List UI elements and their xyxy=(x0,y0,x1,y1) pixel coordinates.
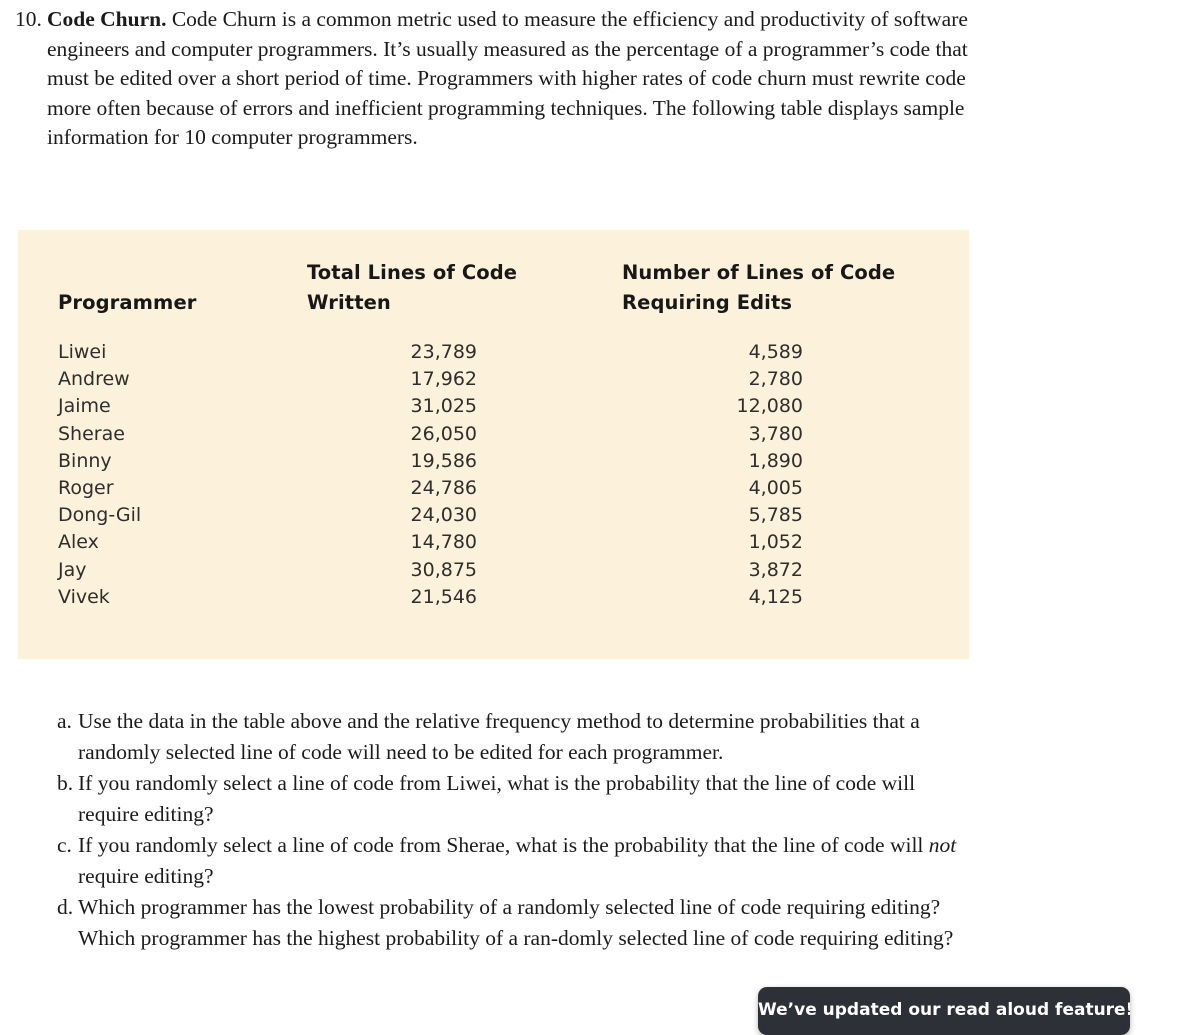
cell-programmer: Alex xyxy=(58,531,99,554)
question-letter: c. xyxy=(57,833,72,857)
cell-lines-requiring-edits: 4,125 xyxy=(748,585,803,608)
cell-lines-requiring-edits: 3,780 xyxy=(748,422,803,445)
question-item-a: a. Use the data in the table above and t… xyxy=(0,706,1000,768)
cell-total-lines: 31,025 xyxy=(410,395,477,418)
cell-programmer: Dong-Gil xyxy=(58,504,142,527)
cell-total-lines: 21,546 xyxy=(410,585,477,608)
question-text: If you randomly select a line of code fr… xyxy=(78,771,916,826)
column-header-lines-requiring-edits: Number of Lines of Code Requiring Edits xyxy=(622,258,942,318)
table-row: Binny 19,586 1,890 xyxy=(18,448,969,475)
cell-lines-requiring-edits: 1,052 xyxy=(748,531,803,554)
cell-lines-requiring-edits: 4,589 xyxy=(748,341,803,363)
cell-total-lines: 23,789 xyxy=(410,341,477,363)
cell-total-lines: 24,786 xyxy=(410,476,477,499)
table-body: Liwei 23,789 4,589 Andrew 17,962 2,780 J… xyxy=(18,339,969,611)
problem-statement: 10. Code Churn. Code Churn is a common m… xyxy=(0,0,1000,153)
question-letter: b. xyxy=(57,771,74,795)
question-letter: d. xyxy=(57,895,74,919)
question-text-italic: not xyxy=(928,833,957,857)
question-text: Use the data in the table above and the … xyxy=(78,709,920,764)
question-item-b: b. If you randomly select a line of code… xyxy=(0,768,1000,830)
column-header-edits-line1: Number of Lines of Code xyxy=(622,261,896,284)
problem-title: Code Churn. xyxy=(47,7,167,31)
column-header-total-lines-line1: Total Lines of Code xyxy=(307,261,518,284)
cell-lines-requiring-edits: 1,890 xyxy=(748,449,803,472)
problem-body: Code Churn. Code Churn is a common metri… xyxy=(47,0,1000,153)
cell-total-lines: 30,875 xyxy=(410,558,477,581)
question-text: If you randomly select a line of code fr… xyxy=(78,830,1000,892)
cell-lines-requiring-edits: 12,080 xyxy=(736,395,803,418)
problem-row: 10. Code Churn. Code Churn is a common m… xyxy=(0,0,1000,153)
cell-programmer: Vivek xyxy=(58,585,110,608)
cell-total-lines: 17,962 xyxy=(410,368,477,391)
question-text: Which programmer has the lowest probabil… xyxy=(78,895,954,950)
table-row: Jaime 31,025 12,080 xyxy=(18,393,969,420)
table-header-row: Programmer Total Lines of Code Written N… xyxy=(18,258,969,320)
column-header-programmer: Programmer xyxy=(58,291,197,314)
table-row: Vivek 21,546 4,125 xyxy=(18,584,969,611)
table-row: Andrew 17,962 2,780 xyxy=(18,366,969,393)
code-churn-table: Programmer Total Lines of Code Written N… xyxy=(18,230,969,659)
cell-total-lines: 24,030 xyxy=(410,504,477,527)
cell-programmer: Jaime xyxy=(58,395,111,418)
table-row: Jay 30,875 3,872 xyxy=(18,557,969,584)
question-text-before-italic: If you randomly select a line of code fr… xyxy=(78,833,929,857)
question-list: a. Use the data in the table above and t… xyxy=(0,706,1000,954)
question-text-after-italic: require editing? xyxy=(78,864,214,888)
table-row: Roger 24,786 4,005 xyxy=(18,475,969,502)
cell-programmer: Sherae xyxy=(58,422,125,445)
table-row: Liwei 23,789 4,589 xyxy=(18,339,969,366)
cell-programmer: Roger xyxy=(58,476,114,499)
column-header-total-lines: Total Lines of Code Written xyxy=(307,258,607,318)
cell-total-lines: 14,780 xyxy=(410,531,477,554)
read-aloud-toast[interactable]: We’ve updated our read aloud feature! xyxy=(758,987,1130,1035)
column-header-edits-line2: Requiring Edits xyxy=(622,291,793,314)
cell-programmer: Andrew xyxy=(58,368,130,391)
problem-description: Code Churn is a common metric used to me… xyxy=(47,7,968,149)
question-letter: a. xyxy=(57,709,72,733)
cell-programmer: Liwei xyxy=(58,341,107,363)
cell-programmer: Jay xyxy=(58,558,87,581)
cell-lines-requiring-edits: 4,005 xyxy=(748,476,803,499)
cell-lines-requiring-edits: 3,872 xyxy=(748,558,803,581)
cell-programmer: Binny xyxy=(58,449,112,472)
table-row: Dong-Gil 24,030 5,785 xyxy=(18,502,969,529)
table-row: Sherae 26,050 3,780 xyxy=(18,421,969,448)
cell-lines-requiring-edits: 2,780 xyxy=(748,368,803,391)
column-header-total-lines-line2: Written xyxy=(307,291,391,314)
cell-total-lines: 26,050 xyxy=(410,422,477,445)
problem-number: 10. xyxy=(15,7,42,31)
question-item-d: d. Which programmer has the lowest proba… xyxy=(0,892,1000,954)
table-row: Alex 14,780 1,052 xyxy=(18,529,969,556)
code-churn-table-panel: Programmer Total Lines of Code Written N… xyxy=(18,230,969,659)
cell-total-lines: 19,586 xyxy=(410,449,477,472)
cell-lines-requiring-edits: 5,785 xyxy=(748,504,803,527)
question-item-c: c. If you randomly select a line of code… xyxy=(0,830,1000,892)
